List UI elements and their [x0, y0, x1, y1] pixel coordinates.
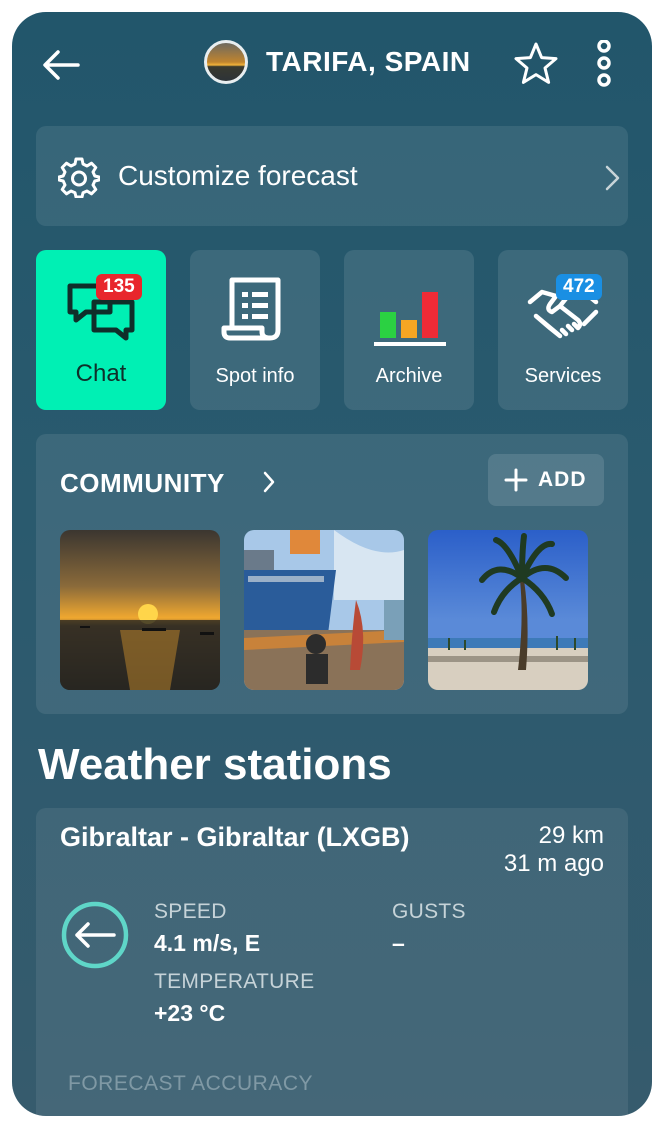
tile-spot-info[interactable]: Spot info: [190, 250, 320, 410]
add-label: ADD: [538, 468, 587, 491]
community-title[interactable]: COMMUNITY: [60, 468, 225, 499]
more-options-button[interactable]: [590, 39, 618, 88]
favorite-button[interactable]: [512, 40, 560, 88]
spot-avatar: [204, 40, 248, 84]
forecast-accuracy-label: FORECAST ACCURACY: [68, 1072, 313, 1095]
back-button[interactable]: [38, 42, 84, 88]
speed-label: SPEED: [154, 900, 227, 923]
page-title: TARIFA, SPAIN: [266, 46, 471, 77]
weather-station-card[interactable]: Gibraltar - Gibraltar (LXGB) 29 km 31 m …: [36, 808, 628, 1116]
sunset-photo: [60, 530, 220, 690]
tile-label: Archive: [375, 365, 443, 387]
tile-label: Chat: [75, 360, 127, 387]
tile-label: Spot info: [215, 365, 295, 387]
community-photo-ship[interactable]: [244, 530, 404, 690]
services-badge: 472: [556, 274, 602, 300]
plus-icon: [504, 468, 528, 492]
tile-archive[interactable]: Archive: [344, 250, 474, 410]
temperature-value: +23 °C: [154, 1000, 226, 1026]
community-photo-sunset[interactable]: [60, 530, 220, 690]
arrow-left-icon: [43, 50, 80, 80]
document-icon: [221, 277, 281, 341]
station-name: Gibraltar - Gibraltar (LXGB): [60, 822, 410, 852]
top-bar: TARIFA, SPAIN: [12, 12, 652, 112]
app-screen: TARIFA, SPAIN Customize forecast 135 Cha…: [12, 12, 652, 1116]
chevron-right-icon: [605, 165, 620, 191]
tile-chat[interactable]: 135 Chat: [36, 250, 166, 410]
bar-chart-icon: [374, 292, 446, 346]
tile-label: Services: [524, 365, 602, 387]
quick-actions: 135 Chat Spot info Archive 472 Services: [36, 250, 628, 410]
ship-photo: [244, 530, 404, 690]
chevron-right-icon[interactable]: [262, 470, 276, 494]
customize-forecast-button[interactable]: Customize forecast: [36, 126, 628, 226]
chat-badge: 135: [96, 274, 142, 300]
gusts-label: GUSTS: [392, 900, 466, 923]
station-updated: 31 m ago: [503, 850, 604, 877]
add-photo-button[interactable]: ADD: [488, 454, 604, 506]
star-icon: [514, 42, 558, 84]
speed-value: 4.1 m/s, E: [154, 930, 261, 956]
more-vertical-icon: [597, 39, 611, 87]
temperature-label: TEMPERATURE: [154, 970, 315, 993]
gusts-value: –: [392, 930, 405, 956]
wind-direction-icon: [61, 901, 129, 969]
customize-label: Customize forecast: [118, 160, 358, 191]
weather-stations-title: Weather stations: [38, 740, 392, 789]
tile-services[interactable]: 472 Services: [498, 250, 628, 410]
station-distance: 29 km: [538, 822, 604, 849]
community-photo-palm[interactable]: [428, 530, 588, 690]
community-section: COMMUNITY ADD: [36, 434, 628, 714]
gear-icon: [58, 157, 100, 198]
palm-beach-photo: [428, 530, 588, 690]
